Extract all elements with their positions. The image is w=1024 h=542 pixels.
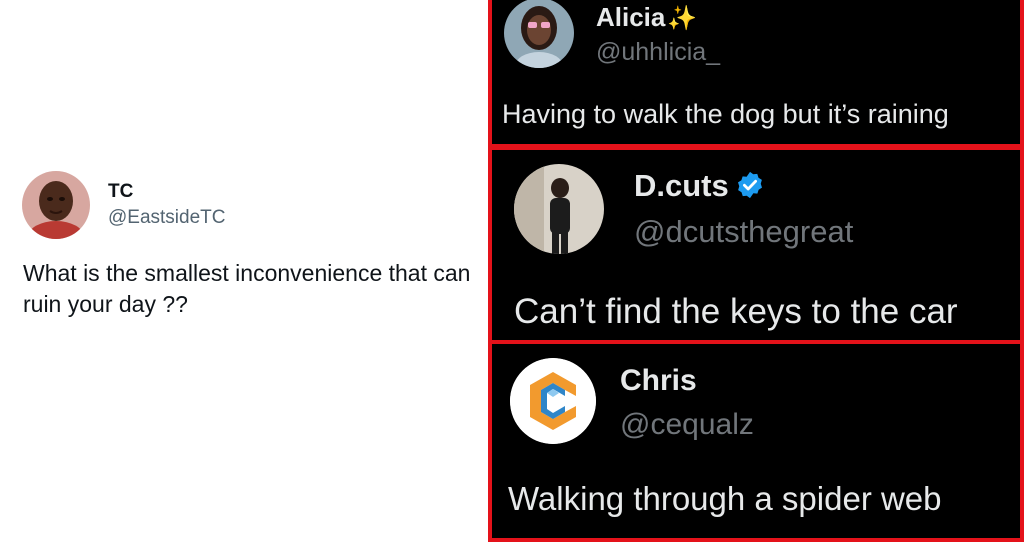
reply-card[interactable]: Chris @cequalz Walking through a spider … xyxy=(488,340,1024,542)
reply-text: Can’t find the keys to the car xyxy=(514,292,958,331)
reply-text: Walking through a spider web xyxy=(508,480,942,517)
child-portrait-avatar[interactable] xyxy=(22,171,90,239)
reply-author-name[interactable]: D.cuts xyxy=(634,168,765,204)
reply-author-name[interactable]: Chris xyxy=(620,364,697,398)
reply-author-name[interactable]: Alicia✨ xyxy=(596,2,697,33)
replies-column: Alicia✨ @uhhlicia_ Having to walk the do… xyxy=(488,0,1024,542)
reply-author-handle[interactable]: @uhhlicia_ xyxy=(596,38,720,67)
author-name-text: Alicia xyxy=(596,2,666,32)
author-name[interactable]: TC xyxy=(108,181,133,203)
author-name-text: D.cuts xyxy=(634,168,729,203)
author-handle[interactable]: @EastsideTC xyxy=(108,207,226,229)
reply-author-handle[interactable]: @cequalz xyxy=(620,408,754,442)
woman-portrait-avatar[interactable] xyxy=(504,0,574,68)
reply-card[interactable]: D.cuts @dcutsthegreat Can’t find the key… xyxy=(488,146,1024,344)
sparkle-icon: ✨ xyxy=(667,5,698,32)
reply-card[interactable]: Alicia✨ @uhhlicia_ Having to walk the do… xyxy=(488,0,1024,148)
verified-badge-icon xyxy=(735,170,765,200)
reply-text: Having to walk the dog but it’s raining xyxy=(502,99,949,129)
tweet-text: What is the smallest inconvenience that … xyxy=(23,260,471,317)
man-mirror-selfie-avatar[interactable] xyxy=(514,164,604,254)
c-cube-logo-avatar[interactable] xyxy=(510,358,596,444)
original-tweet[interactable]: TC @EastsideTC What is the smallest inco… xyxy=(0,0,488,538)
reply-author-handle[interactable]: @dcutsthegreat xyxy=(634,214,853,250)
